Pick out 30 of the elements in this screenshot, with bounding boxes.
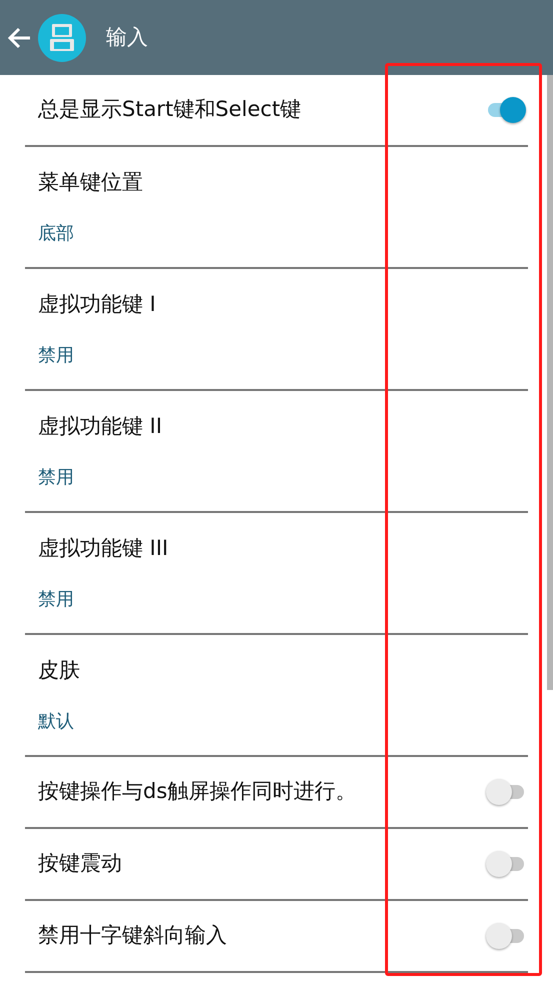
setting-label: 禁用十字键斜向输入 — [38, 922, 227, 950]
setting-label: 皮肤 — [38, 656, 81, 684]
setting-value: 禁用 — [38, 344, 75, 368]
setting-label: 按键震动 — [38, 850, 122, 878]
app-icon — [38, 14, 86, 62]
screen-title: 输入 — [106, 24, 148, 51]
setting-row[interactable]: 禁用十字键斜向输入 — [25, 901, 528, 973]
setting-row[interactable]: 菜单键位置 底部 — [25, 147, 528, 269]
setting-row[interactable]: 总是显示Start键和Select键 — [25, 75, 528, 147]
setting-label: 虚拟功能键 II — [38, 412, 164, 440]
setting-row[interactable]: 皮肤 默认 — [25, 635, 528, 757]
setting-row[interactable]: 虚拟功能键 I 禁用 — [25, 269, 528, 391]
setting-value: 禁用 — [38, 466, 75, 490]
setting-label: 按键操作与ds触屏操作同时进行。 — [38, 778, 356, 806]
setting-row[interactable]: 按键操作与ds触屏操作同时进行。 — [25, 757, 528, 829]
toggle-switch[interactable] — [486, 97, 524, 123]
toggle-switch[interactable] — [486, 779, 524, 805]
setting-label: 虚拟功能键 I — [38, 290, 157, 318]
setting-value: 默认 — [38, 710, 75, 734]
setting-label: 总是显示Start键和Select键 — [38, 96, 302, 124]
setting-value: 禁用 — [38, 588, 75, 612]
setting-value: 底部 — [38, 222, 75, 246]
setting-row[interactable]: 按键震动 — [25, 829, 528, 901]
setting-label: 虚拟功能键 III — [38, 534, 170, 562]
setting-row[interactable]: 虚拟功能键 III 禁用 — [25, 513, 528, 635]
toggle-switch[interactable] — [486, 851, 524, 877]
setting-row[interactable]: 虚拟功能键 II 禁用 — [25, 391, 528, 513]
toggle-switch[interactable] — [486, 923, 524, 949]
back-icon[interactable] — [6, 26, 32, 50]
setting-label: 菜单键位置 — [38, 168, 144, 196]
